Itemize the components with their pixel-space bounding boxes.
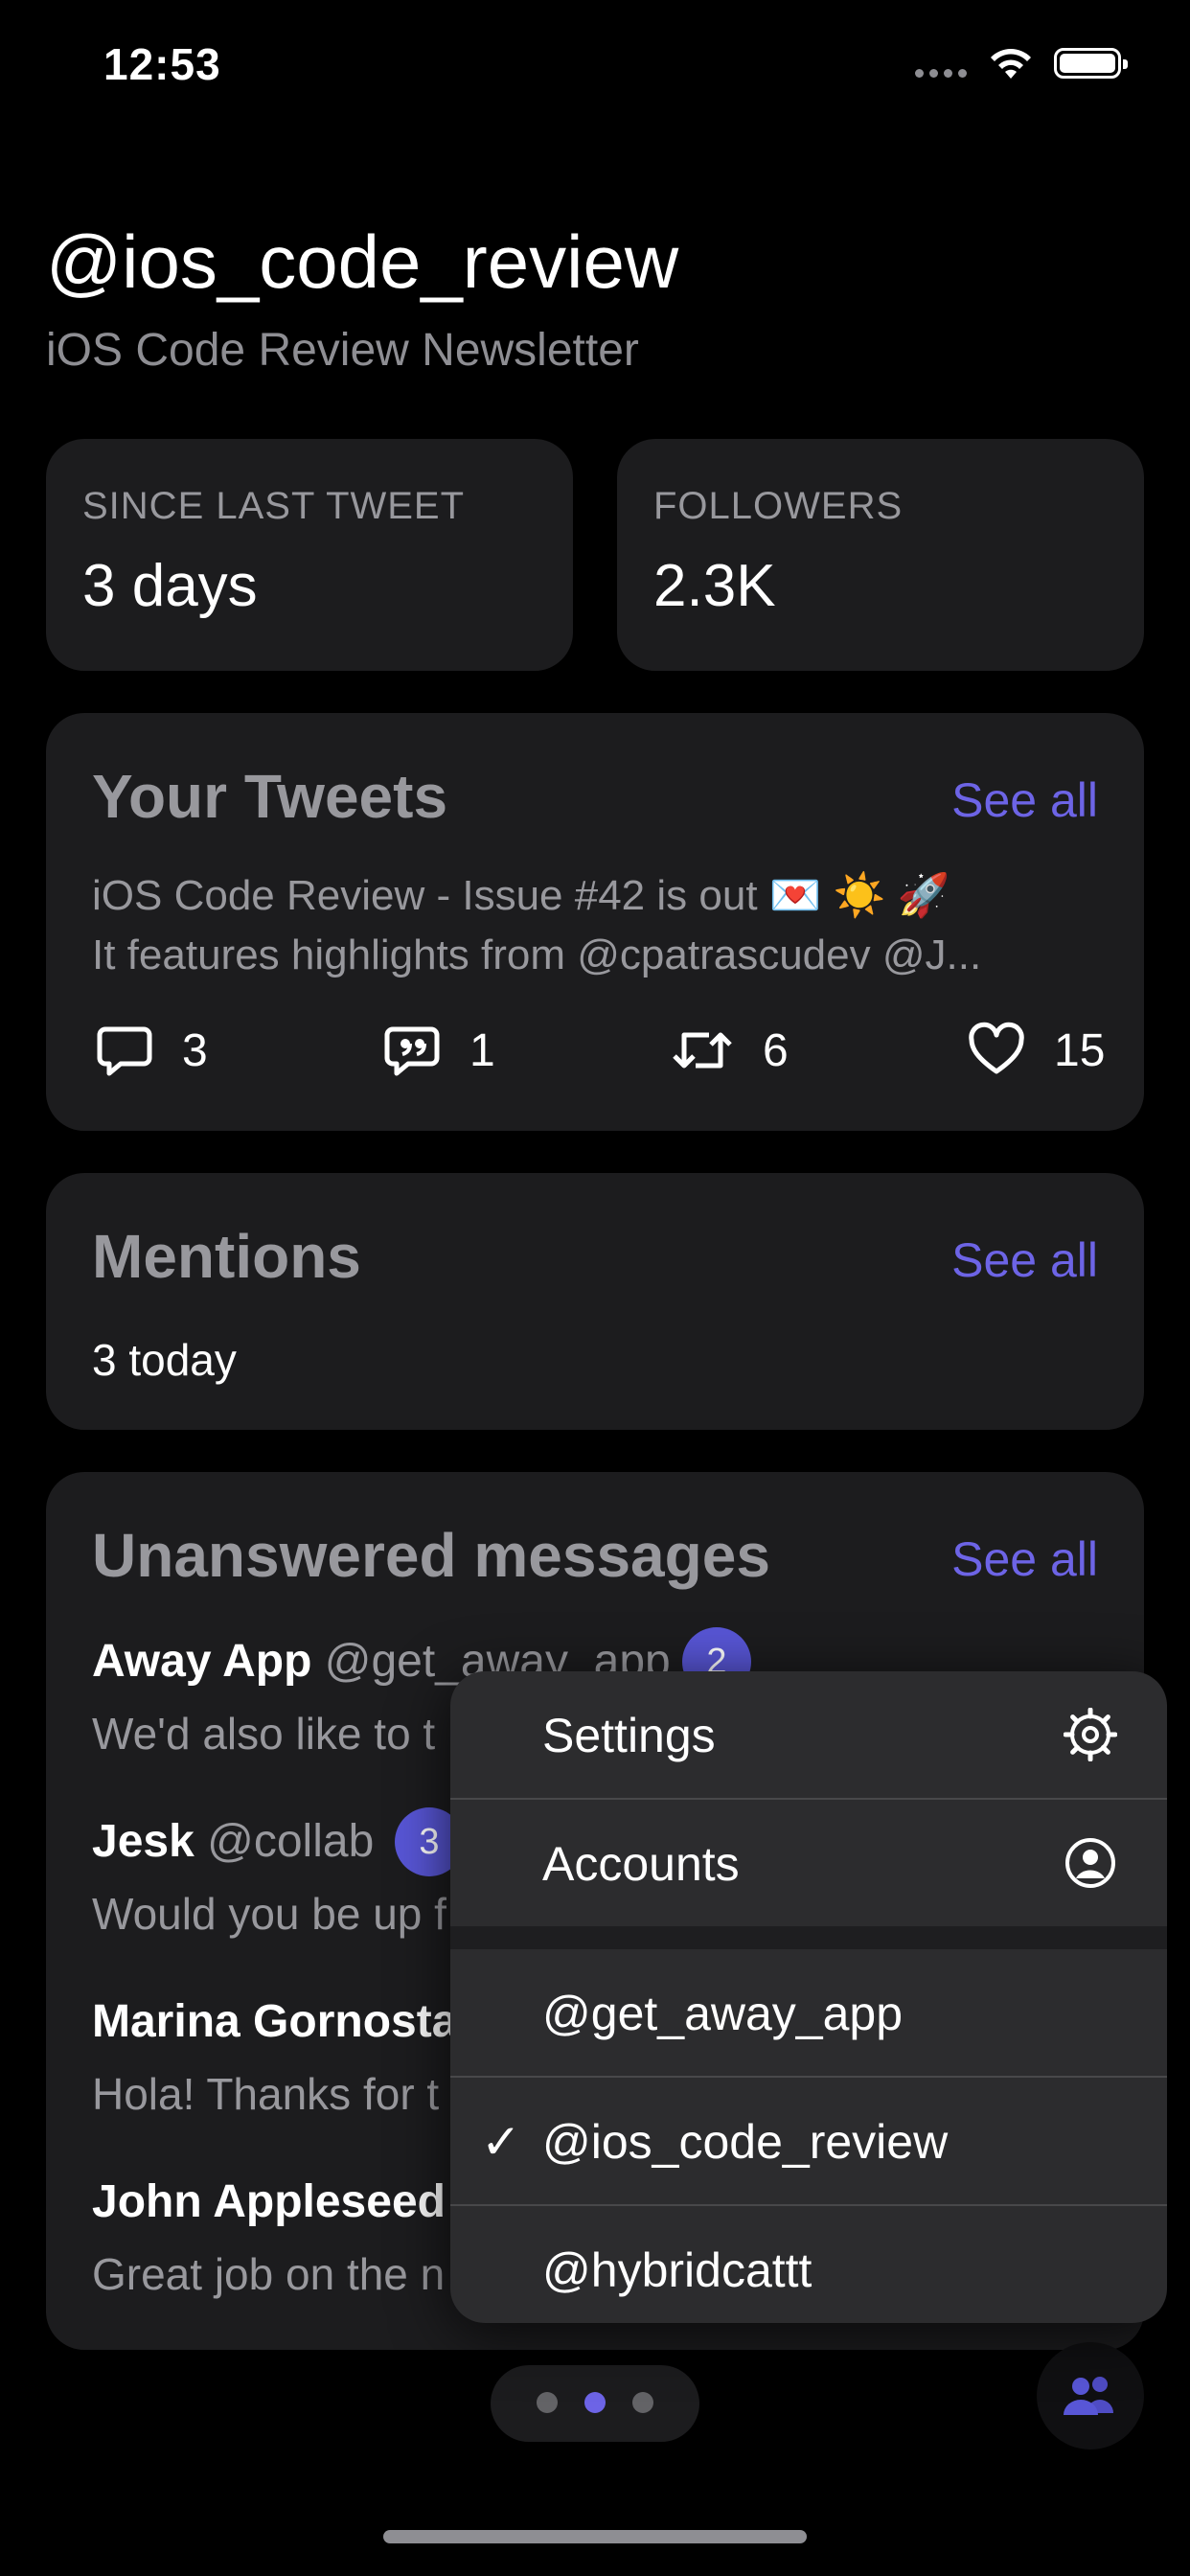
stat-label: FOLLOWERS (653, 485, 904, 527)
retweets-count: 6 (763, 1024, 789, 1076)
menu-item-label: Accounts (542, 1837, 740, 1891)
stat-card-followers[interactable]: FOLLOWERS 2.3K (617, 439, 1144, 671)
stat-value: 2.3K (653, 553, 776, 619)
reply-icon (97, 1026, 152, 1076)
sender-username: @collab (207, 1816, 375, 1867)
page-dot-active[interactable] (584, 2392, 606, 2413)
checkmark-icon: ✓ (481, 2115, 521, 2169)
menu-item-label: @ios_code_review (542, 2115, 949, 2169)
person-circle-icon (1065, 1838, 1115, 1888)
page-indicator[interactable] (491, 2365, 699, 2442)
page-dot[interactable] (537, 2392, 558, 2413)
stat-label: SINCE LAST TWEET (82, 485, 466, 527)
accounts-button[interactable] (1037, 2342, 1144, 2450)
tweets-card[interactable]: Your Tweets See all iOS Code Review - Is… (46, 713, 1144, 1131)
mentions-card[interactable]: Mentions See all 3 today (46, 1173, 1144, 1430)
quotes-count: 1 (469, 1024, 495, 1076)
sender-name: Jesk (92, 1816, 195, 1867)
heart-icon (969, 1022, 1024, 1074)
status-time: 12:53 (103, 39, 221, 89)
battery-icon (1054, 48, 1128, 79)
stat-card-last-tweet[interactable]: SINCE LAST TWEET 3 days (46, 439, 573, 671)
message-preview: Great job on the n (92, 2249, 446, 2299)
messages-title: Unanswered messages (92, 1521, 770, 1590)
sender-name: Away App (92, 1636, 312, 1687)
quote-icon (384, 1026, 440, 1076)
message-preview: We'd also like to t (92, 1709, 436, 1759)
sender-name: John Appleseed (92, 2176, 446, 2227)
message-sender[interactable]: Jesk @collab (92, 1815, 374, 1868)
page-subtitle: iOS Code Review Newsletter (46, 325, 639, 376)
quotes-metric[interactable]: 1 (383, 1022, 495, 1079)
tweets-see-all-link[interactable]: See all (951, 772, 1098, 828)
page-title: @ios_code_review (46, 219, 679, 304)
menu-item-accounts[interactable]: Accounts (450, 1800, 1167, 1926)
menu-section-gap (450, 1926, 1167, 1949)
menu-item-account-selected[interactable]: ✓ @ios_code_review (450, 2078, 1167, 2204)
message-preview: Would you be up f (92, 1889, 446, 1939)
menu-item-label: @get_away_app (542, 1987, 904, 2040)
replies-metric[interactable]: 3 (96, 1022, 208, 1079)
message-sender[interactable]: Marina Gornosta (92, 1995, 457, 2048)
messages-see-all-link[interactable]: See all (951, 1531, 1098, 1587)
likes-metric[interactable]: 15 (968, 1022, 1105, 1079)
menu-item-settings[interactable]: Settings (450, 1671, 1167, 1798)
mentions-see-all-link[interactable]: See all (951, 1232, 1098, 1288)
tweets-title: Your Tweets (92, 762, 448, 831)
retweets-metric[interactable]: 6 (671, 1022, 789, 1079)
message-preview: Hola! Thanks for t (92, 2069, 440, 2119)
menu-item-account[interactable]: @get_away_app (450, 1949, 1167, 2076)
menu-item-label: @hybridcattt (542, 2243, 812, 2297)
page-dot[interactable] (632, 2392, 653, 2413)
stat-value: 3 days (82, 553, 258, 619)
cellular-signal-icon (915, 69, 967, 78)
message-sender[interactable]: John Appleseed (92, 2175, 446, 2228)
home-indicator (383, 2530, 807, 2543)
menu-item-account[interactable]: @hybridcattt (450, 2206, 1167, 2323)
tweet-line-1: iOS Code Review - Issue #42 is out 💌 ☀️ … (92, 872, 950, 919)
menu-item-label: Settings (542, 1709, 716, 1762)
mentions-title: Mentions (92, 1222, 361, 1291)
mentions-summary: 3 today (92, 1335, 237, 1385)
wifi-icon (991, 49, 1031, 79)
account-menu: Settings Accounts @get_away_app ✓ @ios_c… (450, 1671, 1167, 2323)
likes-count: 15 (1054, 1024, 1106, 1076)
sender-name: Marina Gornosta (92, 1996, 458, 2047)
people-icon (1064, 2377, 1113, 2415)
tweet-line-2: It features highlights from @cpatrascude… (92, 932, 982, 978)
gear-icon (1064, 1708, 1117, 1761)
replies-count: 3 (182, 1024, 208, 1076)
retweet-icon (673, 1032, 732, 1069)
